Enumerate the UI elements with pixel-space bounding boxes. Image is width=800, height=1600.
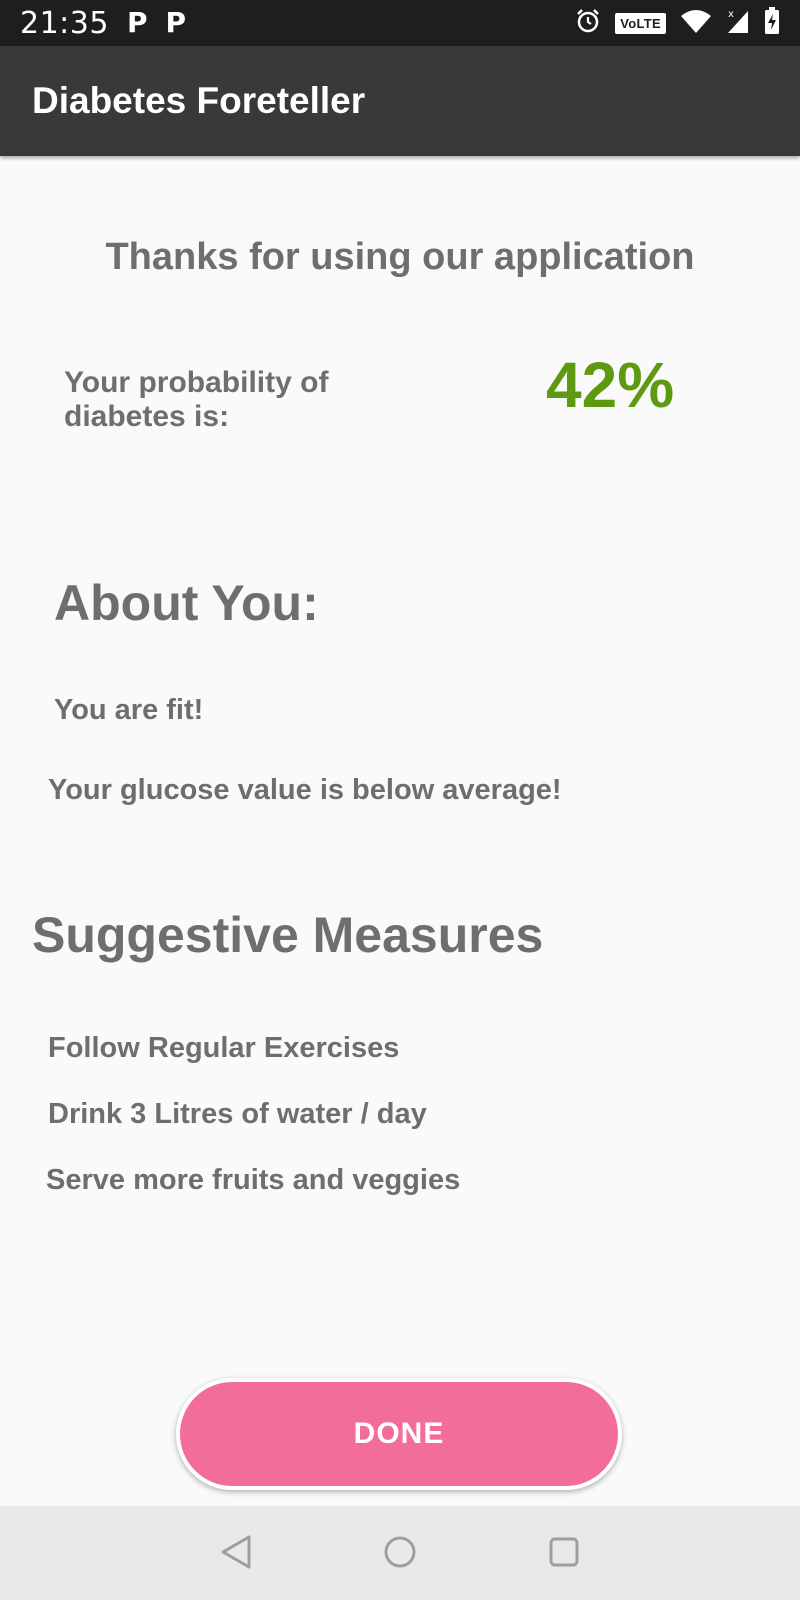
probability-label: Your probability of diabetes is: xyxy=(64,366,329,433)
nav-bar xyxy=(0,1506,800,1600)
volte-icon: VoLTE xyxy=(615,12,666,34)
status-left: 21:35 P P xyxy=(20,6,186,41)
done-button-label: DONE xyxy=(353,1417,445,1450)
back-button[interactable] xyxy=(206,1524,266,1584)
svg-text:x: x xyxy=(728,9,734,20)
about-heading: About You: xyxy=(54,575,319,631)
probability-value: 42% xyxy=(546,349,675,421)
measure-item: Serve more fruits and veggies xyxy=(46,1164,461,1196)
status-right: VoLTE x xyxy=(575,6,780,40)
recents-icon xyxy=(548,1536,580,1573)
wifi-icon xyxy=(680,8,712,39)
signal-icon: x xyxy=(726,8,750,39)
battery-charging-icon xyxy=(764,6,780,40)
about-glucose-text: Your glucose value is below average! xyxy=(48,774,562,806)
measure-item: Drink 3 Litres of water / day xyxy=(48,1098,427,1130)
app-bar: Diabetes Foreteller xyxy=(0,46,800,156)
app-title: Diabetes Foreteller xyxy=(32,80,366,121)
measure-item: Follow Regular Exercises xyxy=(48,1032,400,1064)
parking-notification-icon: P xyxy=(126,6,148,39)
home-icon xyxy=(383,1535,417,1574)
about-fitness-text: You are fit! xyxy=(54,694,204,726)
done-button[interactable]: DONE xyxy=(176,1378,622,1490)
status-bar: 21:35 P P VoLTE x xyxy=(0,0,800,46)
alarm-icon xyxy=(575,8,601,39)
status-time: 21:35 xyxy=(20,5,109,41)
parking-notification-icon: P xyxy=(165,6,187,39)
home-button[interactable] xyxy=(370,1524,430,1584)
recents-button[interactable] xyxy=(534,1524,594,1584)
back-icon xyxy=(219,1534,253,1575)
measures-heading: Suggestive Measures xyxy=(32,907,544,963)
thanks-message: Thanks for using our application xyxy=(105,236,695,278)
